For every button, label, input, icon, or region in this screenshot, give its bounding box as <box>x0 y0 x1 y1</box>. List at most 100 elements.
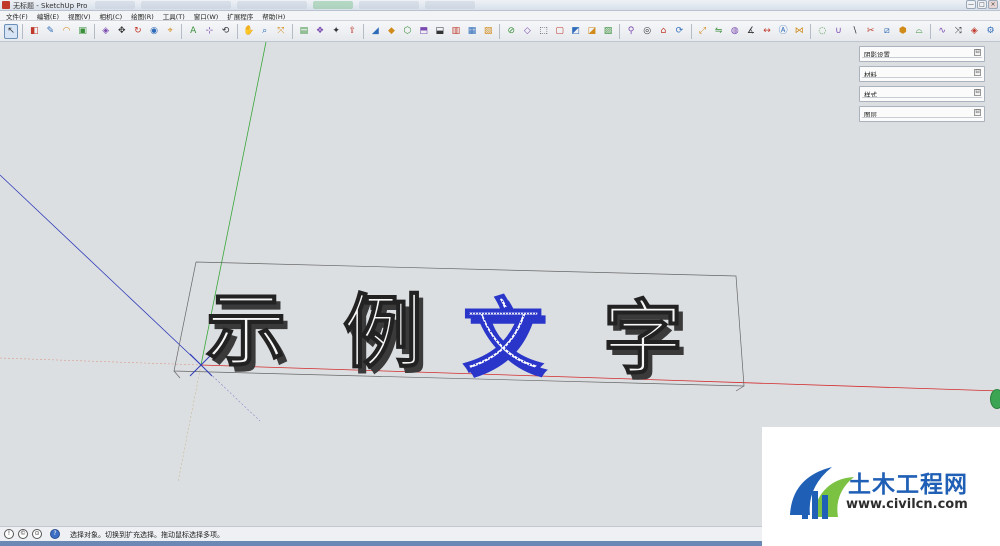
paint-icon[interactable]: ◍ <box>728 24 742 39</box>
walk-icon[interactable]: ⚲ <box>624 24 638 39</box>
eraser-icon[interactable]: ◧ <box>27 24 41 39</box>
menu-draw[interactable]: 绘图(R) <box>128 11 157 21</box>
offset-icon[interactable]: ◉ <box>147 24 161 39</box>
view-back-icon[interactable]: ▦ <box>465 24 479 39</box>
blue-axis <box>0 174 202 366</box>
minimize-button[interactable]: — <box>966 0 976 9</box>
tray-panel-shadows[interactable]: 阴影设置 ⊟ <box>859 46 985 62</box>
toolbar-separator <box>236 23 238 39</box>
menu-window[interactable]: 窗口(W) <box>191 11 222 21</box>
pin-icon[interactable]: ⊟ <box>974 89 981 96</box>
glyph-li[interactable]: 例 <box>342 285 424 380</box>
pin-icon[interactable]: ⊟ <box>974 69 981 76</box>
menu-camera[interactable]: 相机(C) <box>97 11 126 21</box>
split-icon[interactable]: ⧄ <box>880 24 894 39</box>
3d-text-group[interactable]: 示 例 文 字 示 例 文 字 <box>205 283 688 391</box>
share-icon[interactable]: ⇪ <box>345 24 359 39</box>
components-icon[interactable]: ❖ <box>313 24 327 39</box>
view-front-icon[interactable]: ⬓ <box>433 24 447 39</box>
warehouse-icon[interactable]: ▤ <box>297 24 311 39</box>
menu-tools[interactable]: 工具(T) <box>160 11 188 21</box>
3d-text-icon[interactable]: Ⓐ <box>776 24 790 39</box>
text-icon[interactable]: A <box>186 24 200 39</box>
toolbar-separator <box>930 23 932 39</box>
texture-icon[interactable]: ◪ <box>585 24 599 39</box>
credits-icon[interactable]: © <box>18 529 28 539</box>
smoove-icon[interactable]: ∿ <box>935 24 949 39</box>
extension-badge-icon[interactable] <box>990 389 1000 409</box>
tray-panel-materials[interactable]: 材料 ⊟ <box>859 66 985 82</box>
tray-panel-styles[interactable]: 样式 ⊟ <box>859 86 985 102</box>
user-icon[interactable]: ⊙ <box>32 529 42 539</box>
menu-edit[interactable]: 编辑(E) <box>34 11 62 21</box>
panel-divider <box>862 97 982 99</box>
mono-icon[interactable]: ▨ <box>601 24 615 39</box>
outer-shell-icon[interactable]: ◌ <box>815 24 829 39</box>
instructor-icon[interactable]: ? <box>50 529 60 539</box>
view-top-icon[interactable]: ⬒ <box>417 24 431 39</box>
close-button[interactable]: × <box>988 0 998 9</box>
hidden-line-icon[interactable]: ▢ <box>553 24 567 39</box>
orbit-icon[interactable]: ⟲ <box>218 24 232 39</box>
select-icon[interactable]: ↖ <box>4 23 19 39</box>
stamp-icon[interactable]: ⬢ <box>896 24 910 39</box>
push-pull-icon[interactable]: ◈ <box>99 24 113 39</box>
zoom-icon[interactable]: ⌕ <box>258 24 272 39</box>
drape-icon[interactable]: ⌓ <box>912 24 926 39</box>
pan-icon[interactable]: ✋ <box>242 24 256 39</box>
toolbar-separator <box>291 23 293 39</box>
menu-extensions[interactable]: 扩展程序 <box>224 11 256 21</box>
ruby-icon[interactable]: ◈ <box>967 24 981 39</box>
rotate-icon[interactable]: ↻ <box>131 24 145 39</box>
green-axis-dashed <box>177 364 202 483</box>
glyph-shi[interactable]: 示 <box>205 283 287 378</box>
menu-file[interactable]: 文件(F) <box>3 11 31 21</box>
arc-icon[interactable]: ◠ <box>59 24 73 39</box>
menu-help[interactable]: 帮助(H) <box>259 11 288 21</box>
view-left-icon[interactable]: ▧ <box>481 24 495 39</box>
subtract-icon[interactable]: ∖ <box>848 24 862 39</box>
tape-icon[interactable]: ⌖ <box>163 24 177 39</box>
intersect-icon[interactable]: ⋈ <box>792 24 806 39</box>
scale-icon[interactable]: ⤢ <box>695 24 709 39</box>
maximize-button[interactable]: □ <box>977 0 987 9</box>
pin-icon[interactable]: ⊟ <box>974 109 981 116</box>
wireframe-icon[interactable]: ⬚ <box>536 24 550 39</box>
follow-me-icon[interactable]: ⟳ <box>672 24 686 39</box>
protractor-icon[interactable]: ∡ <box>744 24 758 39</box>
axes-icon[interactable]: ⊹ <box>202 24 216 39</box>
red-axis-dashed <box>0 357 202 366</box>
shaded-icon[interactable]: ◩ <box>569 24 583 39</box>
glyph-wen-selected[interactable]: 文 <box>462 289 544 384</box>
extension-icon[interactable]: ✦ <box>329 24 343 39</box>
sandbox-icon[interactable]: ◢ <box>368 24 382 39</box>
xray-icon[interactable]: ◇ <box>520 24 534 39</box>
solid-icon[interactable]: ◆ <box>384 24 398 39</box>
move-icon[interactable]: ✥ <box>115 24 129 39</box>
toolbar-separator <box>22 23 24 39</box>
flip-icon[interactable]: ⇋ <box>712 24 726 39</box>
pin-icon[interactable]: ⊟ <box>974 49 981 56</box>
trim-icon[interactable]: ✂ <box>864 24 878 39</box>
view-iso-icon[interactable]: ⬡ <box>401 24 415 39</box>
glyph-zi[interactable]: 字 <box>602 291 684 386</box>
toolbar-separator <box>181 23 183 39</box>
menu-view[interactable]: 视图(V) <box>65 11 94 21</box>
ghost-tab <box>237 1 307 9</box>
red-axis <box>200 364 1000 392</box>
sketchup-app-icon <box>2 1 10 9</box>
dimension-icon[interactable]: ↔ <box>760 24 774 39</box>
line-icon[interactable]: ✎ <box>43 24 57 39</box>
flip-edge-icon[interactable]: ⤨ <box>951 24 965 39</box>
geo-location-icon[interactable]: ! <box>4 529 14 539</box>
shape-icon[interactable]: ▣ <box>76 24 90 39</box>
tray-panel-layers[interactable]: 图层 ⊟ <box>859 106 985 122</box>
plugin-icon[interactable]: ⚙ <box>983 24 997 39</box>
union-icon[interactable]: ∪ <box>831 24 845 39</box>
look-icon[interactable]: ◎ <box>640 24 654 39</box>
section-icon[interactable]: ⊘ <box>504 24 518 39</box>
toolbar-separator <box>619 23 620 39</box>
view-right-icon[interactable]: ▥ <box>449 24 463 39</box>
position-camera-icon[interactable]: ⌂ <box>656 24 670 39</box>
zoom-extents-icon[interactable]: ⤧ <box>274 24 288 39</box>
